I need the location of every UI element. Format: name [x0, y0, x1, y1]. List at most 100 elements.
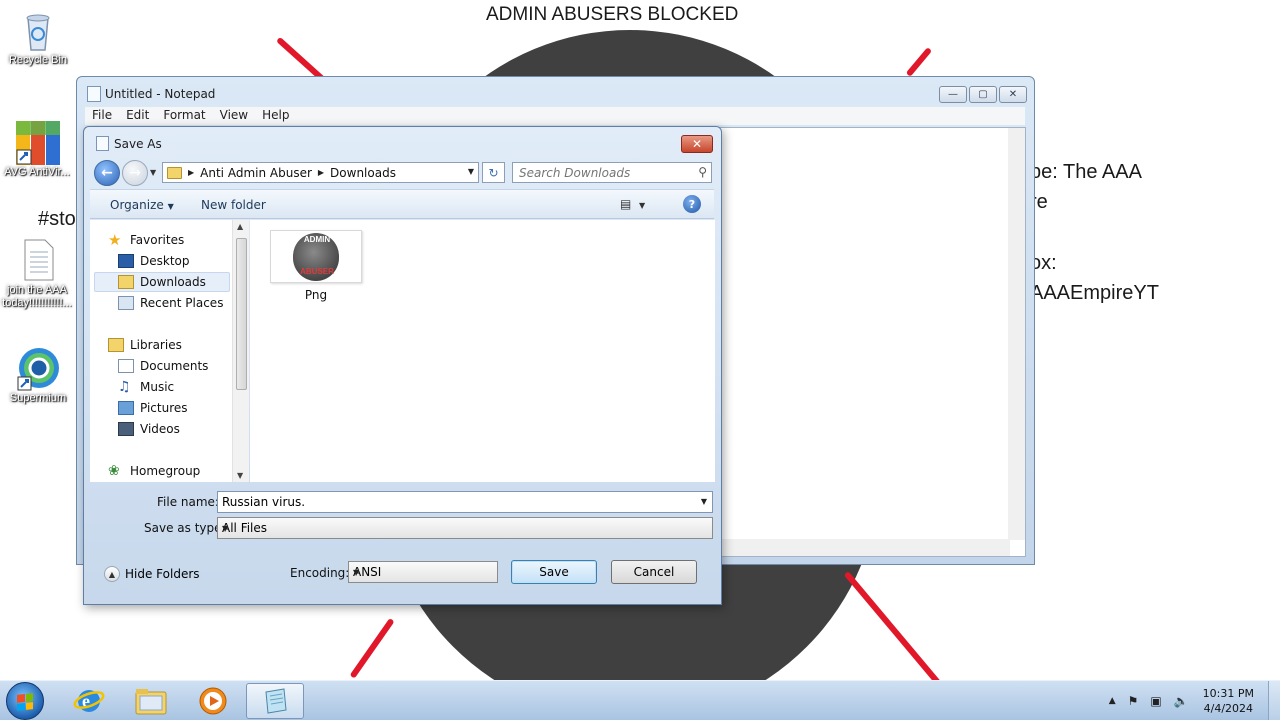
- libraries-icon: [108, 338, 124, 352]
- homegroup-icon: ❀: [108, 463, 120, 479]
- nav-downloads-label: Downloads: [140, 275, 206, 289]
- recent-locations-chevron-down-icon[interactable]: ▼: [150, 168, 156, 177]
- file-name-combo[interactable]: ▼: [217, 491, 713, 513]
- desktop-icon-text-file[interactable]: join the AAA today!!!!!!!!!!!...: [0, 238, 74, 310]
- desktop-icon-recycle-bin[interactable]: Recycle Bin: [0, 8, 76, 67]
- navigation-scrollbar[interactable]: ▲ ▼: [232, 220, 249, 482]
- file-list: ADMIN ABUSER Png: [250, 220, 715, 482]
- nav-pictures-label: Pictures: [140, 401, 188, 415]
- help-icon[interactable]: ?: [683, 195, 701, 213]
- chevron-down-icon: ▼: [353, 568, 360, 577]
- file-name-input[interactable]: [218, 492, 688, 512]
- system-tray: ▲ ⚑ ▣ 🔈 10:31 PM 4/4/2024: [1103, 681, 1280, 720]
- chevron-up-icon: ▲: [104, 566, 120, 582]
- desktop-icon-avg[interactable]: AVG AntiVir...: [0, 120, 74, 179]
- save-as-type-select[interactable]: All Files ▼: [217, 517, 713, 539]
- nav-libraries[interactable]: Libraries: [108, 335, 248, 355]
- menu-view[interactable]: View: [213, 107, 255, 125]
- taskbar-internet-explorer[interactable]: e: [60, 683, 118, 719]
- start-button[interactable]: [6, 682, 44, 720]
- desktop-icon-label: AVG AntiVir...: [4, 166, 70, 178]
- taskbar-notepad[interactable]: [246, 683, 304, 719]
- save-button[interactable]: Save: [511, 560, 597, 584]
- pictures-icon: [118, 401, 134, 415]
- desktop-icon-supermium[interactable]: Supermium: [0, 346, 76, 405]
- change-view-button[interactable]: ▤ ▼: [620, 197, 645, 211]
- breadcrumb-anti-admin-abuser[interactable]: Anti Admin Abuser: [200, 166, 312, 180]
- action-center-flag-icon[interactable]: ⚑: [1128, 694, 1139, 708]
- breadcrumb-downloads[interactable]: Downloads: [330, 166, 396, 180]
- menu-file[interactable]: File: [85, 107, 119, 125]
- notepad-vertical-scrollbar[interactable]: [1008, 128, 1025, 540]
- breadcrumb-separator-icon[interactable]: ▶: [318, 168, 324, 177]
- organize-button[interactable]: Organize ▼: [110, 198, 174, 212]
- close-button[interactable]: ✕: [999, 86, 1027, 103]
- menu-help[interactable]: Help: [255, 107, 296, 125]
- nav-recent-places-label: Recent Places: [140, 296, 224, 310]
- nav-homegroup[interactable]: ❀ Homegroup: [108, 461, 248, 481]
- star-icon: ★: [108, 231, 122, 249]
- wallpaper-text: AAAEmpireYT: [1030, 282, 1159, 304]
- notepad-title: Untitled - Notepad: [105, 87, 216, 101]
- avg-antivirus-icon: [15, 120, 60, 165]
- maximize-button[interactable]: ▢: [969, 86, 997, 103]
- chevron-down-icon: ▼: [638, 201, 646, 210]
- show-desktop-button[interactable]: [1268, 681, 1280, 720]
- nav-downloads[interactable]: Downloads: [94, 272, 230, 292]
- hide-folders-label: Hide Folders: [125, 567, 200, 581]
- cancel-button[interactable]: Cancel: [611, 560, 697, 584]
- forward-button[interactable]: →: [122, 160, 148, 186]
- search-box[interactable]: ⚲: [512, 162, 712, 183]
- thumbnail-text-bottom: ABUSER: [300, 267, 334, 276]
- dialog-footer: File name: ▼ Save as type: All Files ▼ ▲…: [90, 483, 714, 598]
- refresh-button[interactable]: ↻: [482, 162, 505, 183]
- address-bar[interactable]: ▶ Anti Admin Abuser ▶ Downloads ▼: [162, 162, 479, 183]
- volume-muted-icon[interactable]: 🔈: [1174, 694, 1189, 708]
- supermium-browser-icon: [16, 346, 60, 391]
- videos-icon: [118, 422, 134, 436]
- chevron-down-icon: ▼: [222, 524, 229, 533]
- wallpaper-red-line: [843, 571, 952, 680]
- wallpaper-text: be: The AAA: [1030, 161, 1142, 183]
- menu-format[interactable]: Format: [156, 107, 212, 125]
- scrollbar-thumb[interactable]: [236, 238, 247, 390]
- downloads-folder-icon: [118, 275, 134, 289]
- back-button[interactable]: ←: [94, 160, 120, 186]
- search-input[interactable]: [513, 163, 683, 182]
- nav-desktop-label: Desktop: [140, 254, 190, 268]
- file-item[interactable]: ADMIN ABUSER Png: [270, 230, 362, 302]
- thumbnail-text-top: ADMIN: [303, 235, 331, 244]
- wallpaper-red-line: [905, 47, 933, 77]
- new-folder-button[interactable]: New folder: [201, 198, 266, 212]
- save-as-dialog: Save As ✕ ← → ▼ ▶ Anti Admin Abuser ▶ Do…: [83, 126, 722, 605]
- taskbar-file-explorer[interactable]: [122, 683, 180, 719]
- nav-favorites[interactable]: ★ Favorites: [108, 230, 248, 250]
- scroll-up-icon[interactable]: ▲: [237, 222, 243, 231]
- chevron-down-icon[interactable]: ▼: [701, 497, 707, 506]
- dialog-close-button[interactable]: ✕: [681, 135, 713, 153]
- breadcrumb-separator-icon[interactable]: ▶: [188, 168, 194, 177]
- view-icon: ▤: [620, 197, 632, 211]
- save-as-type-label: Save as type:: [144, 521, 226, 535]
- hide-folders-button[interactable]: ▲ Hide Folders: [104, 566, 200, 582]
- internet-explorer-icon: e: [73, 690, 105, 712]
- taskbar: e ▲ ⚑ ▣ 🔈 10:31 PM 4/4/2024: [0, 680, 1280, 720]
- nav-videos-label: Videos: [140, 422, 180, 436]
- nav-favorites-label: Favorites: [130, 233, 185, 247]
- desktop-icon-label: Recycle Bin: [8, 54, 68, 66]
- search-icon[interactable]: ⚲: [698, 165, 707, 179]
- scroll-down-icon[interactable]: ▼: [237, 471, 243, 480]
- desktop-icon: [118, 254, 134, 268]
- dialog-title: Save As: [114, 137, 162, 151]
- minimize-button[interactable]: —: [939, 86, 967, 103]
- chevron-down-icon: ▼: [167, 202, 174, 211]
- clock-date: 4/4/2024: [1203, 702, 1254, 715]
- encoding-select[interactable]: ANSI ▼: [348, 561, 498, 583]
- network-icon[interactable]: ▣: [1150, 694, 1161, 708]
- clock[interactable]: 10:31 PM 4/4/2024: [1203, 686, 1254, 716]
- clock-time: 10:31 PM: [1202, 687, 1254, 700]
- taskbar-media-player[interactable]: [184, 683, 242, 719]
- show-hidden-icons-chevron-up-icon[interactable]: ▲: [1109, 696, 1116, 706]
- menu-edit[interactable]: Edit: [119, 107, 156, 125]
- address-dropdown-chevron-down-icon[interactable]: ▼: [468, 167, 474, 176]
